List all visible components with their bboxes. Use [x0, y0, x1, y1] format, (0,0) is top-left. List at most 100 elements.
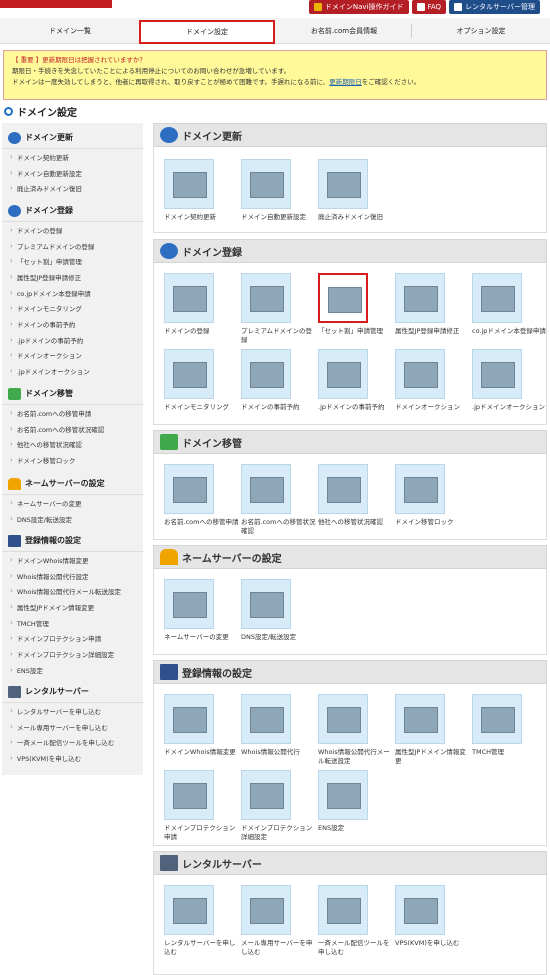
- laptop-lock-icon: [164, 770, 214, 820]
- item-transfer-lock[interactable]: ドメイン移管ロック: [395, 464, 471, 527]
- sidebar-item[interactable]: お名前.comへの移管申請: [2, 405, 143, 421]
- sidebar-item[interactable]: 他社への移管状況確認: [2, 436, 143, 452]
- item-jp-auction[interactable]: .jpドメインオークション: [472, 349, 548, 412]
- server-icon: [8, 685, 21, 698]
- sidebar-item[interactable]: ドメインオークション: [2, 348, 143, 364]
- sidebar-section-whois: 登録情報の設定 ドメインWhois情報変更 Whois情報公開代行設定 Whoi…: [2, 530, 143, 678]
- item-mail-server[interactable]: メール専用サーバーを申し込む: [241, 885, 317, 957]
- sidebar-item[interactable]: 廃止済みドメイン復旧: [2, 180, 143, 196]
- sidebar: ドメイン更新 ドメイン契約更新 ドメイン自動更新設定 廃止済みドメイン復旧 ドメ…: [2, 123, 143, 775]
- sidebar-item[interactable]: ドメインモニタリング: [2, 300, 143, 316]
- faq-link[interactable]: FAQ: [411, 0, 447, 14]
- item-jp-info-change[interactable]: 属性型JPドメイン情報変更: [395, 694, 471, 766]
- item-jp-preorder[interactable]: .jpドメインの事前予約: [318, 349, 394, 412]
- sidebar-item[interactable]: .jpドメインオークション: [2, 363, 143, 379]
- item-set-discount[interactable]: 「セット割」申請管理: [318, 273, 394, 336]
- tab-option-settings[interactable]: オプション設定: [412, 18, 550, 44]
- camera-icon: [164, 349, 214, 399]
- sidebar-item[interactable]: ドメイン自動更新設定: [2, 165, 143, 181]
- sidebar-item[interactable]: 「セット割」申請管理: [2, 253, 143, 269]
- mail-marketing-icon: [318, 885, 368, 935]
- sidebar-item[interactable]: 属性型JPドメイン情報変更: [2, 599, 143, 615]
- auto-renew-icon: [241, 159, 291, 209]
- section-renew: ドメイン更新 ドメイン契約更新 ドメイン自動更新設定 廃止済みドメイン復旧: [153, 123, 547, 233]
- preorder-icon: [241, 349, 291, 399]
- item-cojp-register[interactable]: co.jpドメイン本登録申請: [472, 273, 548, 336]
- sidebar-item[interactable]: ドメインプロテクション申請: [2, 630, 143, 646]
- sidebar-item[interactable]: VPS(KVM)を申し込む: [2, 750, 143, 766]
- item-transfer-out-status[interactable]: 他社への移管状況確認: [318, 464, 394, 527]
- sidebar-item[interactable]: ドメインの事前予約: [2, 316, 143, 332]
- item-whois-privacy[interactable]: Whois情報公開代行: [241, 694, 317, 757]
- tab-domain-settings[interactable]: ドメイン設定: [139, 20, 275, 44]
- item-protection-detail[interactable]: ドメインプロテクション詳細設定: [241, 770, 317, 842]
- item-preorder[interactable]: ドメインの事前予約: [241, 349, 317, 412]
- item-transfer-apply[interactable]: お名前.comへの移管申請: [164, 464, 240, 527]
- tmch-key-icon: [472, 694, 522, 744]
- section-nameserver: ネームサーバーの設定 ネームサーバーの変更 DNS設定/転送設定: [153, 545, 547, 655]
- item-whois-change[interactable]: ドメインWhois情報変更: [164, 694, 240, 757]
- shared-server-icon: [164, 885, 214, 935]
- question-icon: [416, 3, 425, 11]
- item-vps[interactable]: VPS(KVM)を申し込む: [395, 885, 471, 948]
- sidebar-item[interactable]: ドメイン契約更新: [2, 149, 143, 165]
- item-auto-renew[interactable]: ドメイン自動更新設定: [241, 159, 317, 222]
- jp-window-icon: [395, 694, 445, 744]
- item-premium[interactable]: プレミアムドメインの登録: [241, 273, 317, 345]
- item-transfer-status[interactable]: お名前.comへの移管状況確認: [241, 464, 317, 536]
- plus-icon: [8, 204, 21, 217]
- item-renew[interactable]: ドメイン契約更新: [164, 159, 240, 222]
- item-monitoring[interactable]: ドメインモニタリング: [164, 349, 240, 412]
- sidebar-item[interactable]: ドメインWhois情報変更: [2, 552, 143, 568]
- item-dns-settings[interactable]: DNS設定/転送設定: [241, 579, 317, 642]
- rental-server-admin-link[interactable]: レンタルサーバー管理: [449, 0, 540, 14]
- sidebar-item[interactable]: ネームサーバーの変更: [2, 495, 143, 511]
- luxe-icon: [318, 770, 368, 820]
- item-auction[interactable]: ドメインオークション: [395, 349, 471, 412]
- sidebar-item[interactable]: DNS設定/転送設定: [2, 511, 143, 527]
- server-icon: [454, 3, 463, 11]
- item-ens[interactable]: ENS設定: [318, 770, 394, 833]
- whois-icon: [164, 694, 214, 744]
- sidebar-item[interactable]: プレミアムドメインの登録: [2, 238, 143, 254]
- item-rental-server[interactable]: レンタルサーバーを申し込む: [164, 885, 240, 957]
- sidebar-item[interactable]: 一斉メール配信ツールを申し込む: [2, 734, 143, 750]
- item-nameserver-change[interactable]: ネームサーバーの変更: [164, 579, 240, 642]
- important-notice: 【 重要 】更新期限日は把握されていますか？ 期限日・手続きを失念していたことに…: [3, 50, 547, 100]
- item-protection-apply[interactable]: ドメインプロテクション申請: [164, 770, 240, 842]
- transfer-in-icon: [164, 464, 214, 514]
- operation-guide-link[interactable]: ドメインNavi操作ガイド: [308, 0, 409, 14]
- sidebar-item[interactable]: co.jpドメイン本登録申請: [2, 285, 143, 301]
- sidebar-item[interactable]: .jpドメインの事前予約: [2, 332, 143, 348]
- sidebar-item[interactable]: メール専用サーバーを申し込む: [2, 719, 143, 735]
- cart-icon: [318, 273, 368, 323]
- item-restore[interactable]: 廃止済みドメイン復旧: [318, 159, 394, 222]
- sidebar-item[interactable]: ドメイン移管ロック: [2, 452, 143, 468]
- sidebar-item[interactable]: ドメインプロテクション詳細設定: [2, 646, 143, 662]
- item-whois-mail-forward[interactable]: Whois情報公開代行メール転送設定: [318, 694, 394, 766]
- refresh-icon: [160, 127, 178, 143]
- sidebar-item[interactable]: Whois情報公開代行メール転送設定: [2, 583, 143, 599]
- transfer-lock-icon: [395, 464, 445, 514]
- tab-domain-list[interactable]: ドメイン一覧: [0, 18, 140, 44]
- sidebar-item[interactable]: ENS設定: [2, 662, 143, 678]
- mail-icon: [241, 885, 291, 935]
- protect-privacy-icon: [241, 694, 291, 744]
- expiry-date-link[interactable]: 更新期限日: [329, 78, 362, 86]
- item-register[interactable]: ドメインの登録: [164, 273, 240, 336]
- item-mass-mail[interactable]: 一斉メール配信ツールを申し込む: [318, 885, 394, 957]
- sidebar-item[interactable]: TMCH管理: [2, 615, 143, 631]
- cojp-icon: [472, 273, 522, 323]
- sidebar-item[interactable]: レンタルサーバーを申し込む: [2, 703, 143, 719]
- tab-member-info[interactable]: お名前.com会員情報: [276, 18, 412, 44]
- onamae-logo[interactable]: [0, 0, 112, 8]
- sidebar-section-renew: ドメイン更新 ドメイン契約更新 ドメイン自動更新設定 廃止済みドメイン復旧: [2, 127, 143, 196]
- sidebar-item[interactable]: Whois情報公開代行設定: [2, 568, 143, 584]
- item-tmch[interactable]: TMCH管理: [472, 694, 548, 757]
- sidebar-item[interactable]: 属性型JP登録申請修正: [2, 269, 143, 285]
- sidebar-item[interactable]: お名前.comへの移管状況確認: [2, 421, 143, 437]
- sidebar-item[interactable]: ドメインの登録: [2, 222, 143, 238]
- transfer-status-icon: [241, 464, 291, 514]
- book-icon: [8, 534, 21, 547]
- item-jp-correction[interactable]: 属性型JP登録申請修正: [395, 273, 471, 336]
